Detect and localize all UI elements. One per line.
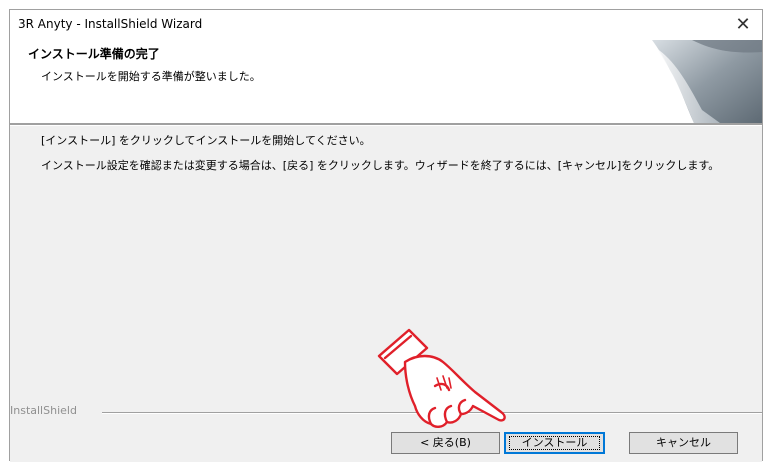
wizard-header: インストール準備の完了 インストールを開始する準備が整いました。	[10, 40, 762, 123]
window-title: 3R Anyty - InstallShield Wizard	[18, 17, 203, 31]
instruction-text: [インストール] をクリックしてインストールを開始してください。	[41, 134, 371, 147]
close-button[interactable]: ✕	[730, 13, 756, 37]
header-graphic-icon	[652, 40, 762, 123]
focus-rectangle	[509, 436, 600, 450]
cancel-button[interactable]: キャンセル	[629, 432, 738, 454]
installshield-brand-label: InstallShield	[10, 404, 77, 417]
info-text: インストール設定を確認または変更する場合は、[戻る] をクリックします。ウィザー…	[41, 159, 720, 172]
pointing-hand-icon	[377, 328, 506, 428]
header-subtitle: インストールを開始する準備が整いました。	[41, 70, 261, 83]
title-bar: 3R Anyty - InstallShield Wizard ✕	[10, 10, 762, 40]
header-title: インストール準備の完了	[28, 47, 160, 61]
